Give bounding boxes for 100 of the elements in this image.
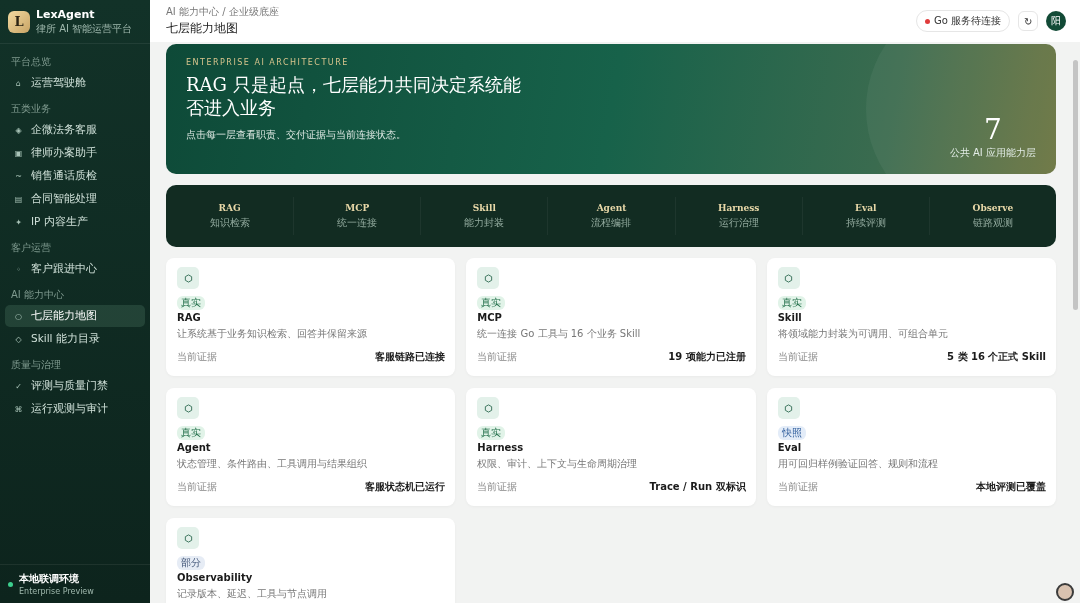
brand-subtitle: 律所 AI 智能运营平台 bbox=[36, 21, 133, 36]
nav-item[interactable]: ◇ Skill 能力目录 bbox=[5, 328, 145, 350]
hexagon-icon bbox=[183, 273, 193, 283]
card-description: 统一连接 Go 工具与 16 个业务 Skill bbox=[477, 327, 642, 341]
nav-label: 合同智能处理 bbox=[31, 192, 97, 206]
scrollbar[interactable] bbox=[1073, 60, 1078, 310]
card-title: Skill bbox=[777, 312, 803, 323]
nav-label: 七层能力地图 bbox=[31, 309, 97, 323]
layer-subtitle: 运行治理 bbox=[718, 215, 759, 230]
breadcrumb: AI 能力中心 / 企业级底座 bbox=[166, 5, 279, 19]
edition-label: Enterprise Preview bbox=[19, 587, 94, 596]
layer-card[interactable]: 快照 Eval 用可回归样例验证回答、规则和流程 当前证据 本地评测已覆盖 bbox=[766, 388, 1056, 506]
layer-count-label: 公共 AI 应用能力层 bbox=[949, 146, 1036, 160]
nav-label: 运营驾驶舱 bbox=[31, 76, 86, 90]
nav-item[interactable]: ◈ 企微法务客服 bbox=[5, 119, 145, 141]
nav-section-label: AI 能力中心 bbox=[10, 288, 65, 302]
nav-icon: ⌘ bbox=[14, 404, 23, 414]
evidence-value: 客服链路已连接 bbox=[375, 350, 446, 364]
card-description: 状态管理、条件路由、工具调用与结果组织 bbox=[177, 457, 368, 471]
evidence-label: 当前证据 bbox=[177, 480, 217, 494]
layer-card[interactable]: 真实 RAG 让系统基于业务知识检索、回答并保留来源 当前证据 客服链路已连接 bbox=[166, 258, 456, 376]
evidence-label: 当前证据 bbox=[477, 350, 518, 364]
layer-name[interactable]: Skill bbox=[472, 202, 496, 213]
nav-icon: ✦ bbox=[14, 217, 23, 227]
evidence-value: 19 项能力已注册 bbox=[668, 350, 746, 364]
card-description: 用可回归样例验证回答、规则和流程 bbox=[777, 457, 939, 471]
hexagon-icon bbox=[183, 533, 193, 543]
nav-item[interactable]: ⌘ 运行观测与审计 bbox=[5, 398, 145, 420]
card-title: RAG bbox=[177, 312, 202, 323]
layer-card[interactable]: 真实 MCP 统一连接 Go 工具与 16 个业务 Skill 当前证据 19 项能力已注册 bbox=[466, 258, 756, 376]
nav-label: 运行观测与审计 bbox=[31, 402, 108, 416]
status-tag: 真实 bbox=[477, 426, 506, 440]
layer-card[interactable]: 真实 Agent 状态管理、条件路由、工具调用与结果组织 当前证据 客服状态机已运行 bbox=[166, 388, 456, 506]
nav-icon: ◇ bbox=[14, 334, 23, 344]
layer-name[interactable]: Observe bbox=[972, 202, 1014, 213]
nav-section-label: 五类业务 bbox=[10, 102, 52, 116]
page-title: 七层能力地图 bbox=[166, 20, 239, 37]
nav-item[interactable]: ▣ 律师办案助手 bbox=[5, 142, 145, 164]
layer-card[interactable]: 真实 Harness 权限、审计、上下文与生命周期治理 当前证据 Trace / Run 双标识 bbox=[466, 388, 756, 506]
card-title: Agent bbox=[177, 442, 212, 453]
card-description: 让系统基于业务知识检索、回答并保留来源 bbox=[177, 327, 368, 341]
card-title: Observability bbox=[177, 572, 254, 583]
nav-icon: ◈ bbox=[14, 125, 23, 135]
layer-name[interactable]: Eval bbox=[855, 202, 877, 213]
status-label: Go 服务待连接 bbox=[933, 14, 1001, 28]
nav-item[interactable]: ◦ 客户跟进中心 bbox=[5, 258, 145, 280]
layer-subtitle: 知识检索 bbox=[209, 215, 250, 230]
hero-title: RAG 只是起点，七层能力共同决定系统能否进入业务 bbox=[186, 73, 522, 120]
nav-icon: ◦ bbox=[14, 264, 23, 274]
card-description: 将领域能力封装为可调用、可组合单元 bbox=[777, 327, 949, 341]
nav-item[interactable]: ▤ 合同智能处理 bbox=[5, 188, 145, 210]
layer-card[interactable]: 部分 Observability 记录版本、延迟、工具与节点调用 bbox=[166, 518, 456, 603]
nav-icon: ~ bbox=[14, 171, 23, 181]
card-title: Eval bbox=[777, 442, 803, 453]
brand-logo: L bbox=[8, 10, 30, 33]
layer-name[interactable]: Harness bbox=[717, 202, 760, 213]
status-tag: 真实 bbox=[177, 426, 205, 440]
layer-subtitle: 能力封装 bbox=[464, 215, 505, 230]
nav-icon: ▤ bbox=[14, 194, 23, 204]
layer-card[interactable]: 真实 Skill 将领域能力封装为可调用、可组合单元 当前证据 5 类 16 个正式 Skill bbox=[766, 258, 1056, 376]
user-avatar[interactable]: 阳 bbox=[1046, 11, 1066, 31]
nav-item[interactable]: ✦ IP 内容生产 bbox=[5, 211, 145, 233]
nav-icon: ⌂ bbox=[14, 78, 23, 88]
nav-item[interactable]: ○ 七层能力地图 bbox=[5, 305, 145, 327]
nav-item[interactable]: ✓ 评测与质量门禁 bbox=[5, 375, 145, 397]
evidence-label: 当前证据 bbox=[777, 350, 818, 364]
status-tag: 部分 bbox=[177, 556, 205, 570]
nav-label: 企微法务客服 bbox=[31, 123, 97, 137]
nav-label: 律师办案助手 bbox=[31, 146, 97, 160]
status-tag: 真实 bbox=[777, 296, 806, 310]
layer-subtitle: 流程编排 bbox=[591, 215, 632, 230]
hexagon-icon bbox=[784, 403, 794, 413]
evidence-label: 当前证据 bbox=[777, 480, 818, 494]
nav-label: 评测与质量门禁 bbox=[31, 379, 108, 393]
nav-label: IP 内容生产 bbox=[31, 215, 88, 229]
nav-label: 销售通话质检 bbox=[31, 169, 97, 183]
card-description: 权限、审计、上下文与生命周期治理 bbox=[477, 457, 639, 471]
layer-name[interactable]: MCP bbox=[345, 202, 370, 213]
hexagon-icon bbox=[483, 403, 493, 413]
nav-icon: ✓ bbox=[14, 381, 23, 391]
layer-name[interactable]: Agent bbox=[596, 202, 627, 213]
hexagon-icon bbox=[183, 403, 193, 413]
nav-item[interactable]: ⌂ 运营驾驶舱 bbox=[5, 72, 145, 94]
layer-count: 7 bbox=[983, 116, 1003, 144]
layer-subtitle: 统一连接 bbox=[337, 215, 378, 230]
nav-section-label: 质量与治理 bbox=[10, 358, 62, 372]
hexagon-icon bbox=[483, 273, 493, 283]
hero-eyebrow: ENTERPRISE AI ARCHITECTURE bbox=[186, 58, 350, 67]
status-tag: 真实 bbox=[477, 296, 506, 310]
refresh-button[interactable]: ↻ bbox=[1018, 11, 1038, 31]
card-title: Harness bbox=[477, 442, 525, 453]
nav-icon: ▣ bbox=[14, 148, 23, 158]
evidence-label: 当前证据 bbox=[477, 480, 518, 494]
card-description: 记录版本、延迟、工具与节点调用 bbox=[177, 587, 328, 601]
hexagon-icon bbox=[784, 273, 794, 283]
layer-name[interactable]: RAG bbox=[218, 202, 241, 213]
assistant-avatar[interactable] bbox=[1056, 583, 1074, 601]
nav-label: 客户跟进中心 bbox=[31, 262, 97, 276]
nav-item[interactable]: ~ 销售通话质检 bbox=[5, 165, 145, 187]
nav-section-label: 平台总览 bbox=[10, 55, 52, 69]
